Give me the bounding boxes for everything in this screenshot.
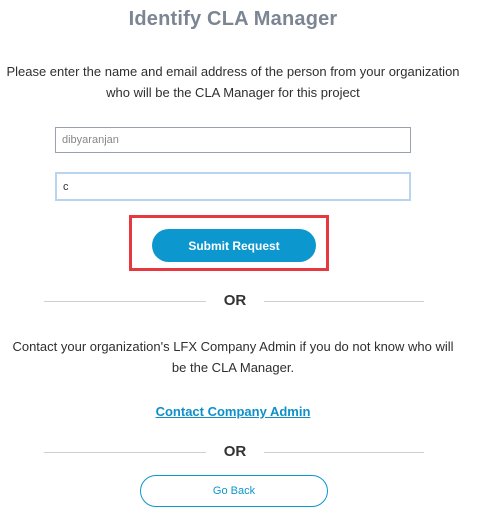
or-divider: OR xyxy=(44,443,424,463)
page-title: Identify CLA Manager xyxy=(128,8,338,30)
intro-line-2: who will be the CLA Manager for this pro… xyxy=(106,85,360,100)
contact-line-2: be the CLA Manager. xyxy=(171,360,295,375)
contact-admin-text: Contact your organization's LFX Company … xyxy=(0,336,466,378)
manager-name-input[interactable] xyxy=(55,127,411,153)
contact-company-admin-link[interactable]: Contact Company Admin xyxy=(0,404,466,419)
divider-line xyxy=(44,301,206,302)
divider-line xyxy=(44,452,206,453)
intro-text: Please enter the name and email address … xyxy=(0,61,466,103)
divider-line xyxy=(264,452,424,453)
contact-line-1: Contact your organization's LFX Company … xyxy=(12,339,454,354)
intro-line-1: Please enter the name and email address … xyxy=(6,64,460,79)
divider-line xyxy=(264,301,424,302)
or-label: OR xyxy=(223,443,247,460)
go-back-button[interactable]: Go Back xyxy=(140,475,328,507)
manager-email-input[interactable] xyxy=(55,172,411,201)
submit-request-button[interactable]: Submit Request xyxy=(152,229,316,262)
or-divider: OR xyxy=(44,292,424,312)
or-label: OR xyxy=(223,292,247,309)
